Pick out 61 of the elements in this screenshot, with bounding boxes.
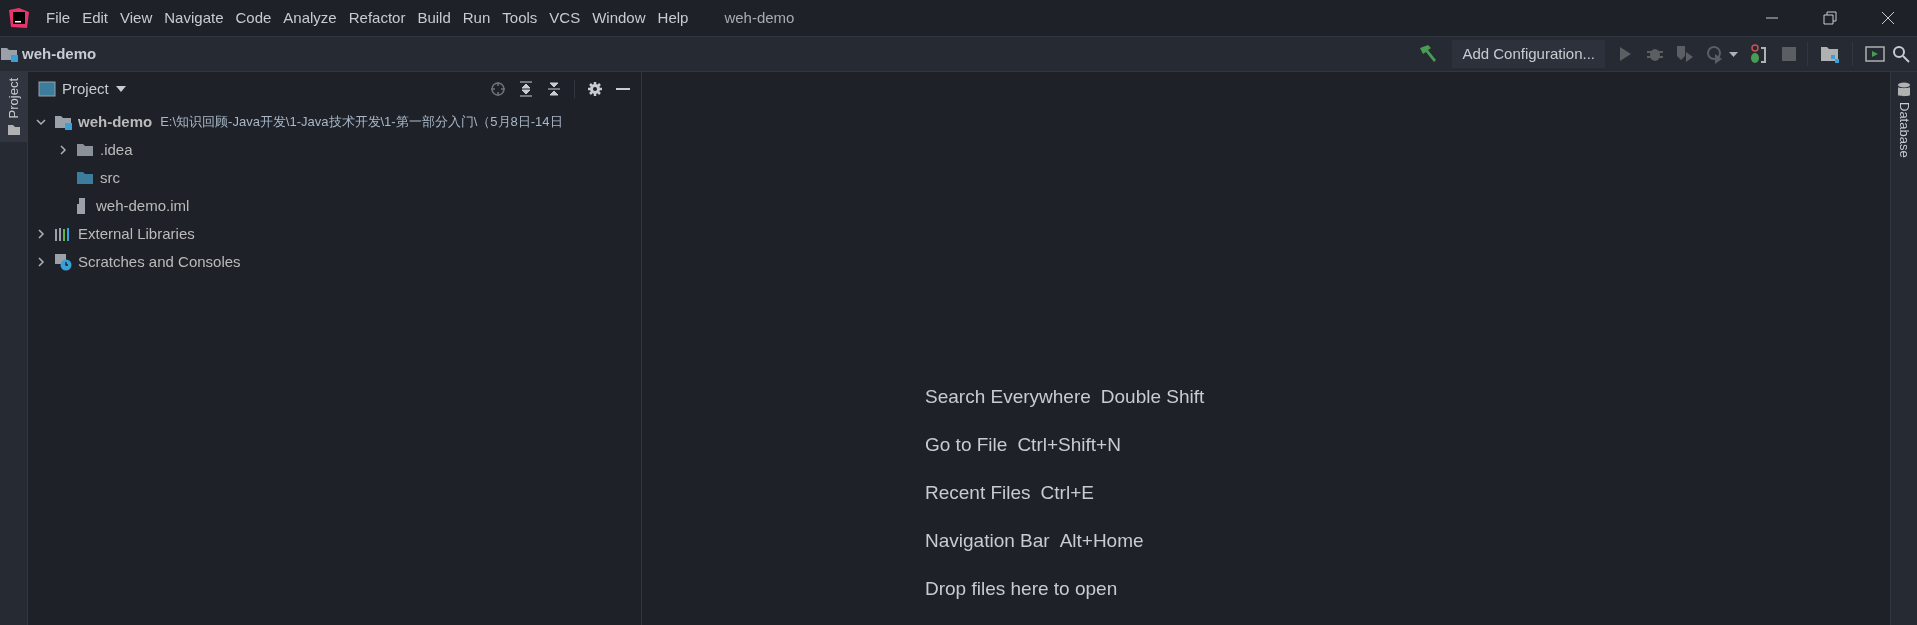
menu-item[interactable]: View bbox=[114, 6, 159, 30]
tree-item[interactable]: Scratches and Consoles bbox=[78, 250, 241, 274]
tool-window-tab[interactable]: Project bbox=[0, 72, 27, 143]
menu-item[interactable]: Window bbox=[586, 6, 652, 30]
menu-item[interactable]: Code bbox=[229, 6, 278, 30]
menu-item[interactable]: Refactor bbox=[342, 6, 412, 30]
chevron-right-icon[interactable] bbox=[36, 229, 46, 239]
expand-all-icon[interactable] bbox=[518, 81, 534, 97]
caret-icon[interactable] bbox=[114, 85, 127, 93]
menu-item[interactable]: Tools bbox=[496, 6, 544, 30]
libraries-icon bbox=[54, 226, 72, 242]
run-configuration-dropdown[interactable]: Add Configuration... bbox=[1452, 40, 1605, 68]
collapse-all-icon[interactable] bbox=[546, 81, 562, 97]
locate-icon[interactable] bbox=[490, 81, 506, 97]
shortcut: Ctrl+Shift+N bbox=[1017, 432, 1121, 457]
module-folder-icon bbox=[0, 46, 18, 62]
breadcrumb[interactable]: weh-demo bbox=[22, 42, 97, 66]
settings-icon[interactable] bbox=[587, 81, 603, 97]
scratches-icon bbox=[54, 253, 72, 271]
terminal-icon[interactable] bbox=[1865, 44, 1885, 64]
welcome-action: Search Everywhere bbox=[925, 384, 1091, 409]
tree-item[interactable]: .idea bbox=[100, 138, 133, 162]
welcome-action: Drop files here to open bbox=[925, 576, 1118, 601]
folder-icon bbox=[76, 142, 94, 158]
restore-icon[interactable] bbox=[1823, 11, 1837, 25]
panel-title[interactable]: Project bbox=[62, 77, 109, 101]
tree-item[interactable]: weh-demo.iml bbox=[96, 194, 190, 218]
menu-item[interactable]: Navigate bbox=[158, 6, 230, 30]
shortcut: Double Shift bbox=[1100, 384, 1205, 409]
shortcut: Alt+Home bbox=[1059, 528, 1144, 553]
menu-item[interactable]: Analyze bbox=[277, 6, 343, 30]
tree-item[interactable]: weh-demo bbox=[78, 110, 153, 134]
search-icon[interactable] bbox=[1892, 45, 1910, 63]
chevron-right-icon[interactable] bbox=[36, 257, 46, 267]
tool-window-tab[interactable]: Database bbox=[1894, 102, 1914, 158]
menu-item[interactable]: VCS bbox=[543, 6, 587, 30]
panel-icon bbox=[38, 81, 56, 97]
menu-item[interactable]: Run bbox=[456, 6, 497, 30]
menu-item[interactable]: Help bbox=[651, 6, 695, 30]
database-icon bbox=[1897, 82, 1911, 98]
project-structure-icon[interactable] bbox=[1820, 44, 1840, 64]
shortcut: Ctrl+E bbox=[1040, 480, 1094, 505]
welcome-action: Go to File bbox=[925, 432, 1008, 457]
attach-debugger-icon[interactable] bbox=[1749, 44, 1769, 64]
close-icon[interactable] bbox=[1881, 11, 1895, 25]
profiler-icon[interactable] bbox=[1705, 44, 1739, 64]
folder-icon bbox=[6, 124, 21, 137]
menu-item[interactable]: File bbox=[40, 6, 77, 30]
source-folder-icon bbox=[76, 170, 94, 186]
window-title: weh-demo bbox=[724, 7, 795, 28]
menu-item[interactable]: Build bbox=[411, 6, 457, 30]
app-logo-icon bbox=[9, 8, 29, 28]
tree-item[interactable]: src bbox=[100, 166, 120, 190]
module-folder-icon bbox=[54, 114, 72, 130]
chevron-down-icon[interactable] bbox=[36, 117, 46, 127]
chevron-right-icon[interactable] bbox=[58, 145, 68, 155]
project-path: E:\知识回顾-Java开发\1-Java技术开发\1-第一部分入门\（5月8日-14日 bbox=[160, 113, 563, 132]
welcome-action: Recent Files bbox=[925, 480, 1031, 505]
menu-item[interactable]: Edit bbox=[76, 6, 115, 30]
welcome-action: Navigation Bar bbox=[925, 528, 1050, 553]
tree-item[interactable]: External Libraries bbox=[78, 222, 195, 246]
